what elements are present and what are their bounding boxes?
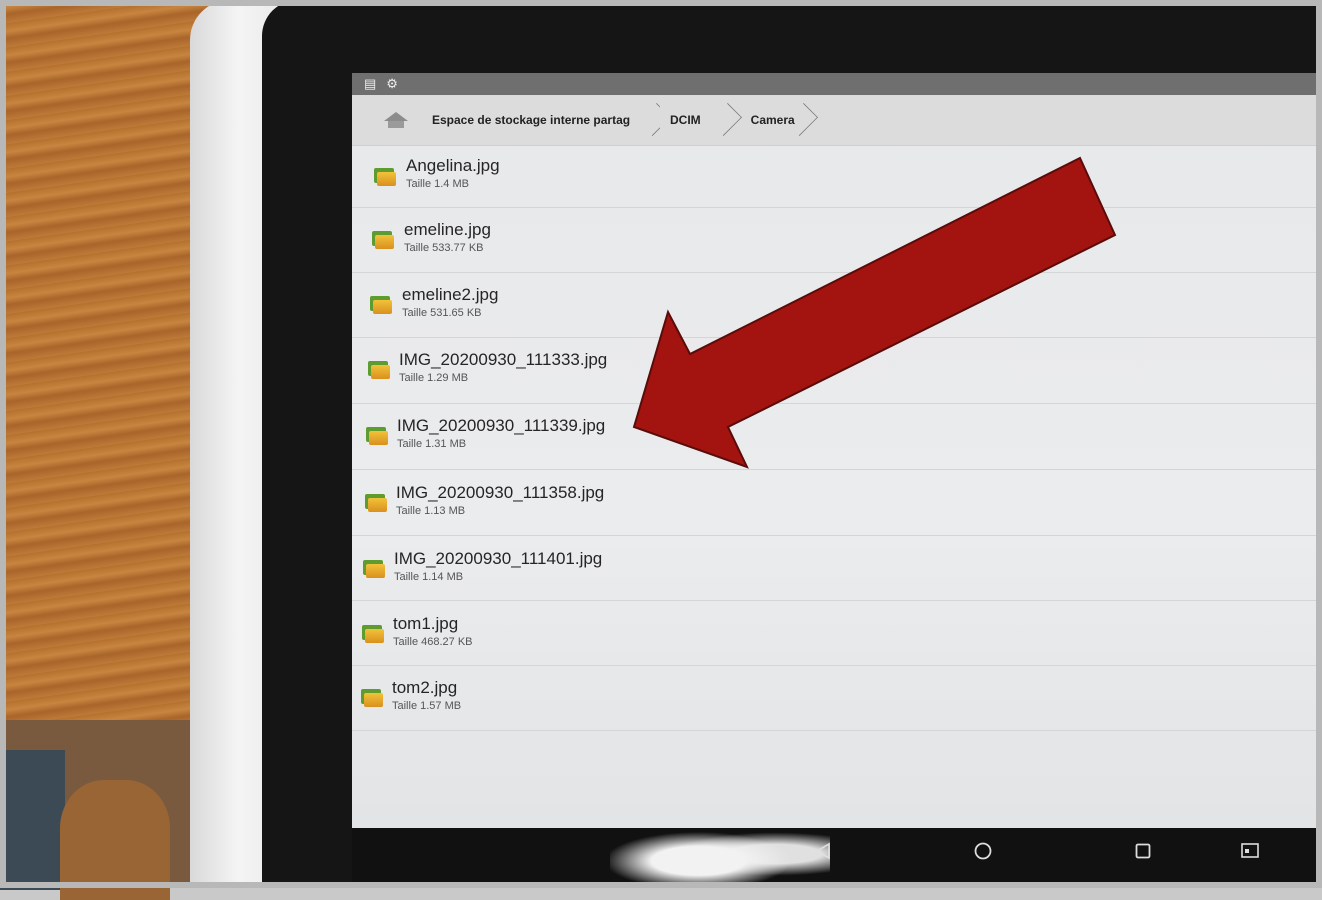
screenshot-icon (1241, 843, 1259, 858)
background-objects (0, 720, 215, 900)
breadcrumb-item-camera[interactable]: Camera (731, 99, 807, 141)
file-name: tom1.jpg (393, 614, 459, 633)
file-name: emeline2.jpg (402, 285, 499, 304)
list-item[interactable]: IMG_20200930_111401.jpg Taille 1.14 MB (352, 536, 1322, 601)
list-item[interactable]: emeline.jpg Taille 533.77 KB (352, 208, 1322, 273)
file-size: Taille 1.57 MB (392, 700, 462, 712)
list-item[interactable]: IMG_20200930_111358.jpg Taille 1.13 MB (352, 470, 1322, 536)
file-manager-screen: ▤ ⚙ Espace de stockage interne partag DC… (352, 73, 1322, 828)
android-navigation-bar (352, 828, 1322, 888)
file-name: IMG_20200930_111401.jpg (394, 549, 603, 568)
breadcrumb-item-internal-storage[interactable]: Espace de stockage interne partag (412, 99, 660, 141)
list-item[interactable]: IMG_20200930_111339.jpg Taille 1.31 MB (352, 404, 1322, 470)
image-file-icon (372, 231, 394, 249)
file-name: tom2.jpg (392, 678, 458, 697)
file-size: Taille 468.27 KB (393, 636, 473, 648)
file-size: Taille 1.31 MB (397, 438, 467, 450)
home-nav-button[interactable] (968, 836, 998, 866)
file-size: Taille 1.29 MB (399, 372, 469, 384)
image-file-icon (361, 689, 383, 707)
image-file-icon (370, 296, 392, 314)
settings-icon: ⚙ (386, 76, 398, 91)
image-file-icon (366, 427, 388, 445)
list-item[interactable]: Angelina.jpg Taille 1.4 MB (352, 146, 1322, 208)
file-name: IMG_20200930_111339.jpg (397, 416, 606, 435)
file-name: Angelina.jpg (406, 156, 500, 175)
file-size: Taille 531.65 KB (402, 307, 482, 319)
image-file-icon (365, 494, 387, 512)
file-list: Angelina.jpg Taille 1.4 MB emeline.jpg Tai… (352, 146, 1322, 731)
home-icon (384, 112, 408, 128)
breadcrumb-item-dcim[interactable]: DCIM (660, 99, 731, 141)
file-size: Taille 1.14 MB (394, 571, 464, 583)
home-button[interactable] (380, 106, 412, 134)
file-name: emeline.jpg (404, 220, 491, 239)
image-file-icon (374, 168, 396, 186)
status-bar: ▤ ⚙ (352, 73, 1322, 95)
recents-icon (1135, 843, 1151, 859)
screenshot-button[interactable] (1235, 836, 1265, 866)
recents-button[interactable] (1128, 836, 1158, 866)
cable-foreground (610, 820, 830, 888)
list-item[interactable]: IMG_20200930_111333.jpg Taille 1.29 MB (352, 338, 1322, 404)
image-file-icon (362, 625, 384, 643)
file-size: Taille 1.13 MB (396, 505, 466, 517)
storage-icon: ▤ (364, 76, 377, 91)
file-name: IMG_20200930_111333.jpg (399, 350, 608, 369)
image-file-icon (363, 560, 385, 578)
file-name: IMG_20200930_111358.jpg (396, 483, 605, 502)
list-item[interactable]: emeline2.jpg Taille 531.65 KB (352, 273, 1322, 338)
breadcrumb: Espace de stockage interne partag DCIM C… (352, 95, 1322, 146)
list-item[interactable]: tom2.jpg Taille 1.57 MB (352, 666, 1322, 731)
file-size: Taille 533.77 KB (404, 242, 484, 254)
home-circle-icon (974, 842, 992, 860)
wood-surface (0, 0, 215, 740)
list-item[interactable]: tom1.jpg Taille 468.27 KB (352, 601, 1322, 666)
image-file-icon (368, 361, 390, 379)
file-size: Taille 1.4 MB (406, 178, 469, 190)
